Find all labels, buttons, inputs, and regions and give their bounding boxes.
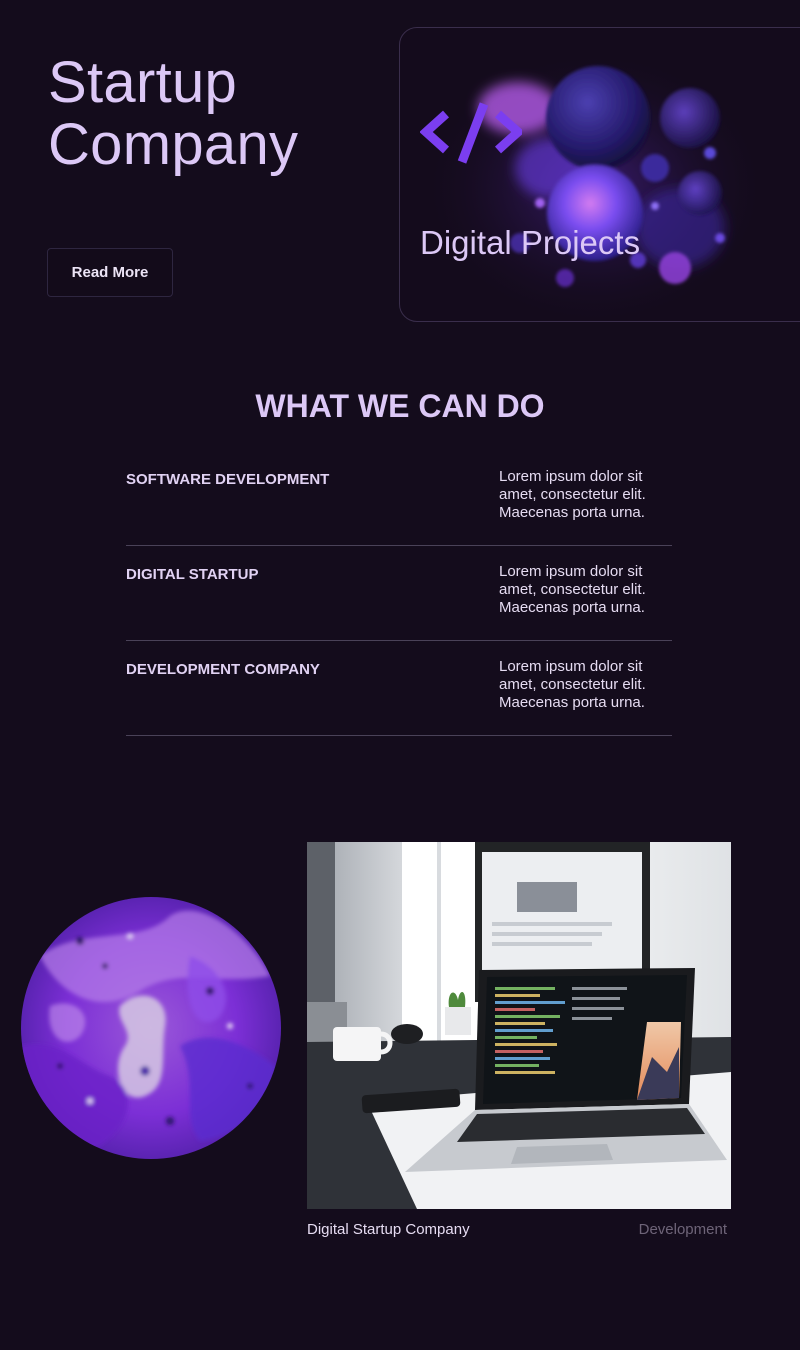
hero-title-line-2: Company: [48, 112, 299, 177]
service-name: DIGITAL STARTUP: [126, 566, 259, 583]
hero-title: Startup Company: [48, 52, 298, 176]
read-more-button[interactable]: Read More: [47, 248, 173, 297]
service-name: SOFTWARE DEVELOPMENT: [126, 471, 330, 488]
service-item: DIGITAL STARTUP Lorem ipsum dolor sit am…: [126, 546, 672, 641]
card-title: Digital Projects: [420, 224, 641, 261]
section-heading: WHAT WE CAN DO: [255, 388, 545, 424]
portfolio-caption[interactable]: Digital Startup Company: [307, 1221, 470, 1238]
card-background-art: [420, 48, 770, 321]
service-name: DEVELOPMENT COMPANY: [126, 661, 320, 678]
service-description: Lorem ipsum dolor sit amet, consectetur …: [499, 658, 646, 711]
code-icon: [420, 102, 522, 164]
purple-marble-orb-image: [21, 897, 281, 1159]
workspace-laptop-photo: [307, 842, 731, 1209]
service-description: Lorem ipsum dolor sit amet, consectetur …: [499, 563, 646, 616]
portfolio-category[interactable]: Development: [639, 1221, 727, 1238]
service-item: SOFTWARE DEVELOPMENT Lorem ipsum dolor s…: [126, 451, 672, 546]
service-description: Lorem ipsum dolor sit amet, consectetur …: [499, 468, 646, 521]
service-item: DEVELOPMENT COMPANY Lorem ipsum dolor si…: [126, 641, 672, 736]
hero-title-line-1: Startup: [48, 50, 238, 115]
digital-projects-card[interactable]: Digital Projects: [399, 27, 800, 322]
services-list: SOFTWARE DEVELOPMENT Lorem ipsum dolor s…: [126, 451, 672, 736]
